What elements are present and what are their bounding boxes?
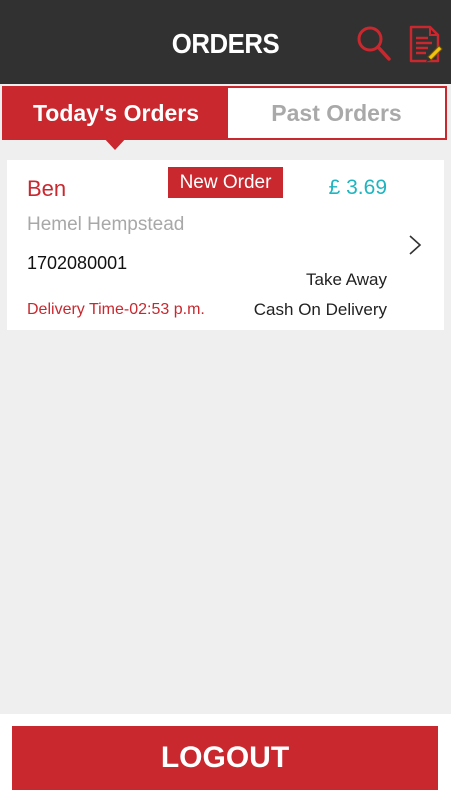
- orders-tab-bar: Today's Orders Past Orders: [2, 86, 447, 140]
- order-price: £ 3.69: [328, 176, 387, 199]
- customer-name: Ben: [27, 176, 67, 201]
- order-number: 1702080001: [27, 253, 128, 273]
- search-icon[interactable]: [356, 24, 392, 64]
- report-document-icon[interactable]: [408, 24, 444, 64]
- footer-bar: LOGOUT: [0, 714, 451, 800]
- delivery-time: Delivery Time-02:53 p.m.: [27, 301, 205, 318]
- customer-location: Hemel Hempstead: [27, 214, 185, 235]
- order-card[interactable]: Ben New Order £ 3.69 Hemel Hempstead 170…: [7, 160, 444, 330]
- tab-todays-orders[interactable]: Today's Orders: [4, 88, 228, 138]
- payment-method: Cash On Delivery: [253, 300, 387, 319]
- tab-past-orders[interactable]: Past Orders: [228, 88, 445, 138]
- app-header: ORDERS: [0, 0, 451, 84]
- active-tab-indicator: [102, 136, 128, 150]
- service-type: Take Away: [306, 270, 387, 289]
- new-order-badge: New Order: [168, 167, 283, 198]
- logout-button[interactable]: LOGOUT: [12, 726, 438, 790]
- chevron-right-icon[interactable]: [407, 233, 423, 257]
